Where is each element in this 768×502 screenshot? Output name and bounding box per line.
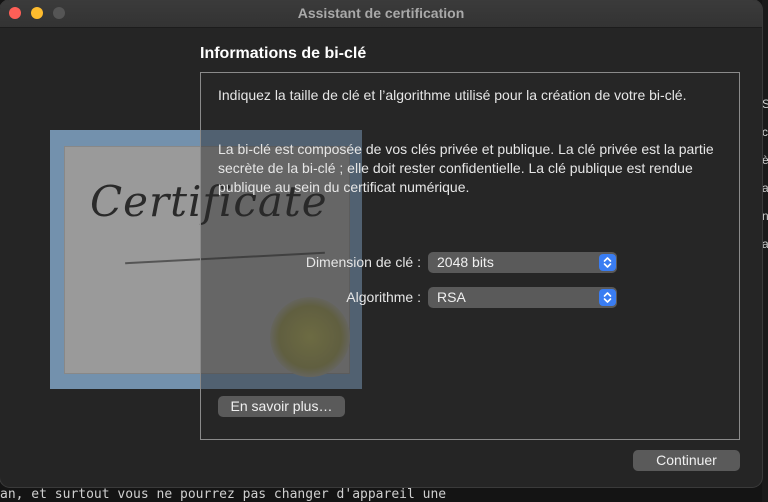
certificate-assistant-window: Assistant de certification Certificate I… <box>0 0 762 487</box>
learn-more-button[interactable]: En savoir plus… <box>218 396 345 417</box>
algorithm-value: RSA <box>437 289 466 305</box>
section-title: Informations de bi-clé <box>200 45 367 62</box>
algorithm-select[interactable]: RSA <box>428 287 617 308</box>
description-text: La bi-clé est composée de vos clés privé… <box>218 141 714 195</box>
window-title: Assistant de certification <box>297 5 465 21</box>
key-size-label: Dimension de clé : <box>305 254 421 270</box>
title-bar: Assistant de certification <box>0 0 762 28</box>
updown-chevron-icon <box>599 254 616 271</box>
algorithm-label: Algorithme : <box>346 289 421 305</box>
intro-text: Indiquez la taille de clé et l’algorithm… <box>218 87 687 103</box>
key-pair-panel: Indiquez la taille de clé et l’algorithm… <box>200 72 740 440</box>
updown-chevron-icon <box>599 289 616 306</box>
key-size-select[interactable]: 2048 bits <box>428 252 617 273</box>
continue-button[interactable]: Continuer <box>633 450 740 471</box>
background-terminal-text: an, et surtout vous ne pourrez pas chang… <box>0 487 447 502</box>
background-right-glyphs: S c è a n a <box>762 97 768 251</box>
key-size-value: 2048 bits <box>437 254 494 270</box>
